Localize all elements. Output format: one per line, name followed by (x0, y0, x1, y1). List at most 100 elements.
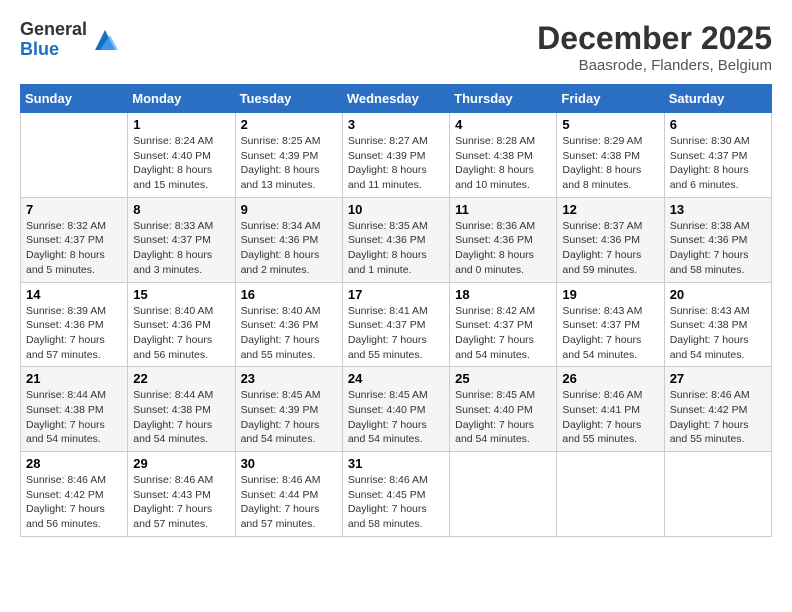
day-info: Sunrise: 8:46 AMSunset: 4:43 PMDaylight:… (133, 473, 229, 532)
day-info: Sunrise: 8:43 AMSunset: 4:38 PMDaylight:… (670, 304, 766, 363)
day-number: 3 (348, 117, 444, 132)
weekday-header-friday: Friday (557, 85, 664, 113)
calendar-week-row: 14 Sunrise: 8:39 AMSunset: 4:36 PMDayligh… (21, 282, 772, 367)
calendar-cell (664, 452, 771, 537)
day-number: 16 (241, 287, 337, 302)
day-info: Sunrise: 8:38 AMSunset: 4:36 PMDaylight:… (670, 219, 766, 278)
logo-blue: Blue (20, 40, 87, 60)
day-number: 27 (670, 371, 766, 386)
day-number: 17 (348, 287, 444, 302)
calendar-cell: 13Sunrise: 8:38 AMSunset: 4:36 PMDayligh… (664, 197, 771, 282)
weekday-header-tuesday: Tuesday (235, 85, 342, 113)
day-number: 1 (133, 117, 229, 132)
day-info: Sunrise: 8:41 AMSunset: 4:37 PMDaylight:… (348, 304, 444, 363)
day-number: 19 (562, 287, 658, 302)
day-info: Sunrise: 8:40 AMSunset: 4:36 PMDaylight:… (133, 304, 229, 363)
day-info: Sunrise: 8:27 AMSunset: 4:39 PMDaylight:… (348, 134, 444, 193)
day-info: Sunrise: 8:45 AMSunset: 4:39 PMDaylight:… (241, 388, 337, 447)
day-info: Sunrise: 8:46 AMSunset: 4:42 PMDaylight:… (670, 388, 766, 447)
day-number: 24 (348, 371, 444, 386)
day-number: 30 (241, 456, 337, 471)
calendar-cell: 16 Sunrise: 8:40 AMSunset: 4:36 PMDayligh… (235, 282, 342, 367)
weekday-header-thursday: Thursday (450, 85, 557, 113)
calendar-cell: 5 Sunrise: 8:29 AMSunset: 4:38 PMDaylight… (557, 113, 664, 198)
calendar-cell: 4 Sunrise: 8:28 AMSunset: 4:38 PMDaylight… (450, 113, 557, 198)
calendar-cell: 19Sunrise: 8:43 AMSunset: 4:37 PMDayligh… (557, 282, 664, 367)
day-info: Sunrise: 8:36 AMSunset: 4:36 PMDaylight:… (455, 219, 551, 278)
day-info: Sunrise: 8:29 AMSunset: 4:38 PMDaylight:… (562, 134, 658, 193)
day-number: 23 (241, 371, 337, 386)
day-info: Sunrise: 8:35 AMSunset: 4:36 PMDaylight:… (348, 219, 444, 278)
day-info: Sunrise: 8:39 AMSunset: 4:36 PMDaylight:… (26, 304, 122, 363)
calendar-table: SundayMondayTuesdayWednesdayThursdayFrid… (20, 84, 772, 537)
day-info: Sunrise: 8:37 AMSunset: 4:36 PMDaylight:… (562, 219, 658, 278)
logo-text: General Blue (20, 20, 87, 60)
calendar-cell: 20Sunrise: 8:43 AMSunset: 4:38 PMDayligh… (664, 282, 771, 367)
day-number: 8 (133, 202, 229, 217)
location-subtitle: Baasrode, Flanders, Belgium (537, 57, 772, 74)
day-number: 14 (26, 287, 122, 302)
calendar-cell (450, 452, 557, 537)
day-info: Sunrise: 8:40 AMSunset: 4:36 PMDaylight:… (241, 304, 337, 363)
calendar-cell: 11 Sunrise: 8:36 AMSunset: 4:36 PMDayligh… (450, 197, 557, 282)
weekday-header-saturday: Saturday (664, 85, 771, 113)
calendar-cell: 29 Sunrise: 8:46 AMSunset: 4:43 PMDayligh… (128, 452, 235, 537)
day-info: Sunrise: 8:46 AMSunset: 4:45 PMDaylight:… (348, 473, 444, 532)
day-info: Sunrise: 8:32 AMSunset: 4:37 PMDaylight:… (26, 219, 122, 278)
month-year-title: December 2025 (537, 20, 772, 57)
day-number: 18 (455, 287, 551, 302)
title-section: December 2025 Baasrode, Flanders, Belgiu… (537, 20, 772, 74)
calendar-cell: 15 Sunrise: 8:40 AMSunset: 4:36 PMDayligh… (128, 282, 235, 367)
calendar-cell: 27 Sunrise: 8:46 AMSunset: 4:42 PMDayligh… (664, 367, 771, 452)
header: General Blue December 2025 Baasrode, Fla… (20, 20, 772, 74)
day-number: 21 (26, 371, 122, 386)
day-number: 25 (455, 371, 551, 386)
day-number: 9 (241, 202, 337, 217)
day-number: 11 (455, 202, 551, 217)
weekday-header-sunday: Sunday (21, 85, 128, 113)
day-info: Sunrise: 8:34 AMSunset: 4:36 PMDaylight:… (241, 219, 337, 278)
calendar-cell: 28 Sunrise: 8:46 AMSunset: 4:42 PMDayligh… (21, 452, 128, 537)
day-number: 2 (241, 117, 337, 132)
day-info: Sunrise: 8:28 AMSunset: 4:38 PMDaylight:… (455, 134, 551, 193)
calendar-cell: 9 Sunrise: 8:34 AMSunset: 4:36 PMDaylight… (235, 197, 342, 282)
calendar-cell: 8 Sunrise: 8:33 AMSunset: 4:37 PMDaylight… (128, 197, 235, 282)
calendar-cell (557, 452, 664, 537)
calendar-week-row: 1 Sunrise: 8:24 AMSunset: 4:40 PMDaylight… (21, 113, 772, 198)
calendar-cell: 2Sunrise: 8:25 AMSunset: 4:39 PMDaylight… (235, 113, 342, 198)
calendar-cell (21, 113, 128, 198)
day-info: Sunrise: 8:33 AMSunset: 4:37 PMDaylight:… (133, 219, 229, 278)
day-info: Sunrise: 8:46 AMSunset: 4:42 PMDaylight:… (26, 473, 122, 532)
day-number: 15 (133, 287, 229, 302)
calendar-cell: 31Sunrise: 8:46 AMSunset: 4:45 PMDayligh… (342, 452, 449, 537)
day-info: Sunrise: 8:45 AMSunset: 4:40 PMDaylight:… (348, 388, 444, 447)
calendar-cell: 21 Sunrise: 8:44 AMSunset: 4:38 PMDayligh… (21, 367, 128, 452)
day-info: Sunrise: 8:44 AMSunset: 4:38 PMDaylight:… (133, 388, 229, 447)
day-number: 5 (562, 117, 658, 132)
day-number: 4 (455, 117, 551, 132)
calendar-cell: 23 Sunrise: 8:45 AMSunset: 4:39 PMDayligh… (235, 367, 342, 452)
calendar-week-row: 7 Sunrise: 8:32 AMSunset: 4:37 PMDaylight… (21, 197, 772, 282)
calendar-cell: 12 Sunrise: 8:37 AMSunset: 4:36 PMDayligh… (557, 197, 664, 282)
day-number: 28 (26, 456, 122, 471)
calendar-cell: 25 Sunrise: 8:45 AMSunset: 4:40 PMDayligh… (450, 367, 557, 452)
calendar-cell: 18Sunrise: 8:42 AMSunset: 4:37 PMDayligh… (450, 282, 557, 367)
day-info: Sunrise: 8:45 AMSunset: 4:40 PMDaylight:… (455, 388, 551, 447)
calendar-cell: 6 Sunrise: 8:30 AMSunset: 4:37 PMDaylight… (664, 113, 771, 198)
day-info: Sunrise: 8:24 AMSunset: 4:40 PMDaylight:… (133, 134, 229, 193)
day-number: 12 (562, 202, 658, 217)
day-number: 10 (348, 202, 444, 217)
calendar-cell: 10 Sunrise: 8:35 AMSunset: 4:36 PMDayligh… (342, 197, 449, 282)
logo: General Blue (20, 20, 120, 60)
calendar-week-row: 28 Sunrise: 8:46 AMSunset: 4:42 PMDayligh… (21, 452, 772, 537)
day-info: Sunrise: 8:44 AMSunset: 4:38 PMDaylight:… (26, 388, 122, 447)
calendar-cell: 7 Sunrise: 8:32 AMSunset: 4:37 PMDaylight… (21, 197, 128, 282)
calendar-cell: 24 Sunrise: 8:45 AMSunset: 4:40 PMDayligh… (342, 367, 449, 452)
weekday-header-wednesday: Wednesday (342, 85, 449, 113)
day-number: 7 (26, 202, 122, 217)
day-number: 22 (133, 371, 229, 386)
calendar-cell: 22 Sunrise: 8:44 AMSunset: 4:38 PMDayligh… (128, 367, 235, 452)
day-number: 6 (670, 117, 766, 132)
day-number: 29 (133, 456, 229, 471)
day-info: Sunrise: 8:30 AMSunset: 4:37 PMDaylight:… (670, 134, 766, 193)
